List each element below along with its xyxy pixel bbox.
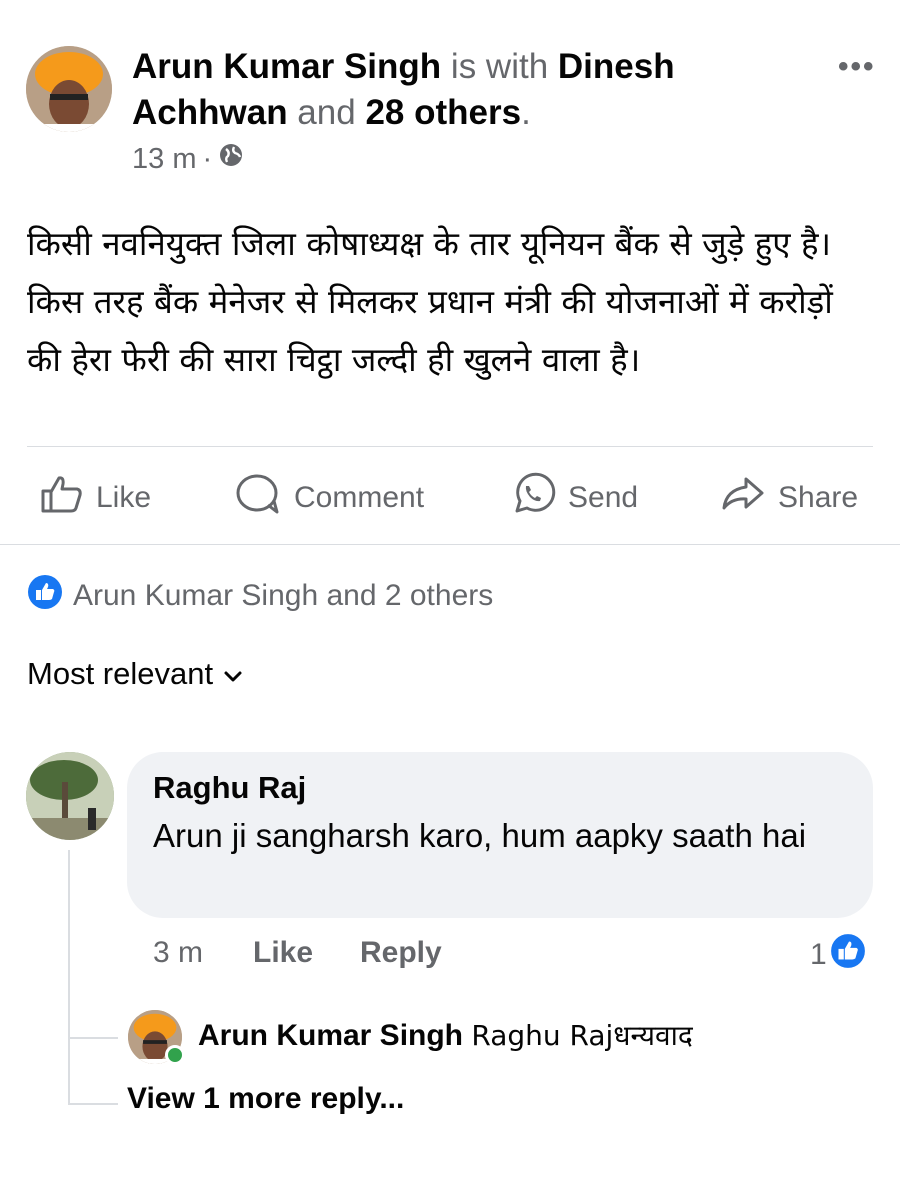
- comment-button[interactable]: Comment: [234, 472, 424, 524]
- whatsapp-icon: [510, 471, 556, 525]
- like-reaction-icon: [27, 574, 63, 618]
- reply-text: Raghu Rajधन्यवाद: [471, 1019, 693, 1052]
- reactions-text: Arun Kumar Singh and 2 others: [73, 579, 494, 612]
- comment-sort-dropdown[interactable]: Most relevant: [27, 656, 243, 692]
- online-status-dot: [165, 1045, 185, 1065]
- meta-separator: ·: [202, 142, 213, 175]
- section-divider: [0, 544, 900, 545]
- share-arrow-icon: [720, 474, 766, 522]
- and-text: and: [287, 93, 366, 132]
- divider: [27, 446, 873, 447]
- comment-like-button[interactable]: Like: [253, 936, 313, 970]
- send-label: Send: [568, 481, 639, 514]
- post-meta: 13 m ·: [132, 142, 244, 176]
- post-time[interactable]: 13 m: [132, 143, 196, 176]
- reaction-count-value: 1: [810, 938, 827, 971]
- comment-text: Arun ji sangharsh karo, hum aapky saath …: [153, 817, 807, 854]
- send-button[interactable]: Send: [510, 472, 638, 524]
- sort-label: Most relevant: [27, 656, 214, 691]
- post-header: Arun Kumar Singh is with Dinesh Achhwan …: [132, 44, 812, 136]
- comment-icon: [234, 472, 282, 524]
- like-button[interactable]: Like: [40, 472, 151, 524]
- commenter-name[interactable]: Raghu Raj: [153, 770, 306, 806]
- like-reaction-icon: [828, 932, 867, 978]
- comment-label: Comment: [294, 481, 425, 514]
- view-more-replies-link[interactable]: View 1 more reply...: [127, 1082, 404, 1116]
- comment-reply-button[interactable]: Reply: [360, 936, 442, 970]
- reply-preview[interactable]: Arun Kumar Singh Raghu Rajधन्यवाद: [198, 1016, 693, 1054]
- reactions-summary[interactable]: Arun Kumar Singh and 2 others: [27, 574, 493, 618]
- author-avatar[interactable]: [26, 46, 112, 132]
- thread-branch: [68, 1103, 118, 1105]
- author-name[interactable]: Arun Kumar Singh: [132, 47, 441, 86]
- others-link[interactable]: 28 others: [365, 93, 521, 132]
- globe-icon: [218, 142, 244, 176]
- share-button[interactable]: Share: [720, 472, 858, 524]
- comment-reaction-count[interactable]: 1: [810, 932, 867, 978]
- with-text: is with: [441, 47, 558, 86]
- like-label: Like: [96, 481, 152, 514]
- chevron-down-icon: [223, 656, 243, 692]
- thumbs-up-icon: [40, 474, 84, 522]
- comment-time[interactable]: 3 m: [153, 936, 203, 970]
- post-text: किसी नवनियुक्त जिला कोषाध्यक्ष के तार यू…: [27, 224, 833, 379]
- reply-author-name[interactable]: Arun Kumar Singh: [198, 1019, 463, 1052]
- period: .: [521, 93, 531, 132]
- thread-line: [68, 850, 70, 1105]
- thread-branch: [68, 1037, 118, 1039]
- commenter-avatar[interactable]: [26, 752, 114, 840]
- more-options-icon[interactable]: •••: [838, 50, 876, 84]
- share-label: Share: [778, 481, 859, 514]
